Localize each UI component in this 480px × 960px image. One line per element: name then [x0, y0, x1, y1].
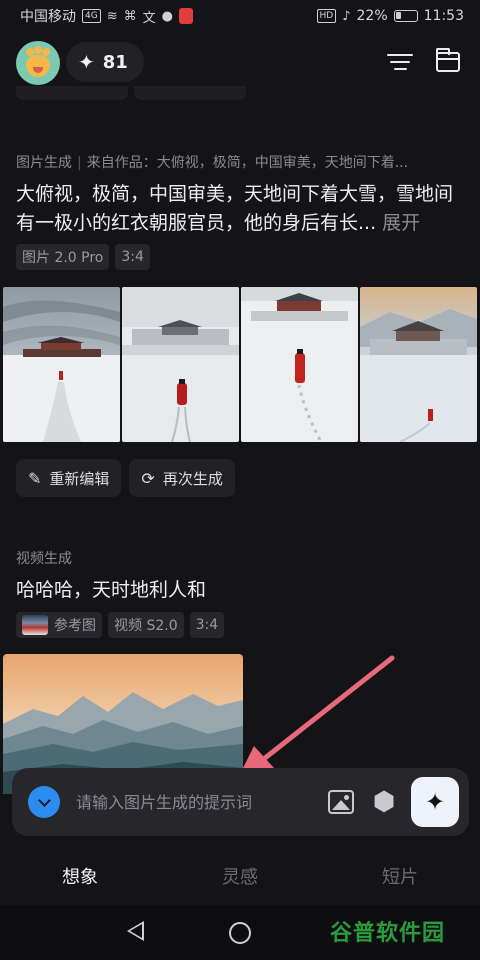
regenerate-label: 再次生成: [162, 469, 223, 488]
video-model-tag: 视频 S2.0: [108, 612, 184, 638]
avatar-face: [26, 55, 50, 77]
chevron-down-icon: [37, 793, 51, 807]
reedit-label: 重新编辑: [49, 469, 110, 488]
source-label[interactable]: 来自作品：大俯视，极简，中国审美，天地间下着...: [87, 155, 408, 171]
image-tags: 图片 2.0 Pro 3:4: [16, 244, 150, 270]
video-type-label: 视频生成: [16, 551, 72, 567]
prompt-input[interactable]: [76, 788, 316, 816]
status-right: HD ♪ 22% 11:53: [316, 8, 464, 24]
edit-icon: ✎: [28, 468, 42, 488]
image-type-label: 图片生成: [16, 155, 72, 171]
hd-badge: HD: [316, 9, 337, 23]
video-ratio-tag: 3:4: [189, 612, 225, 638]
video-tags: 参考图 视频 S2.0 3:4: [16, 612, 225, 638]
network-badge: 4G: [82, 9, 101, 23]
generated-image[interactable]: [360, 287, 477, 442]
back-icon[interactable]: [127, 921, 144, 941]
reedit-button[interactable]: ✎ 重新编辑: [16, 459, 122, 497]
settings-hexagon-icon[interactable]: ⬢: [370, 788, 398, 816]
spark-icon: ✦: [78, 50, 95, 74]
annotation-arrow: [240, 655, 395, 774]
battery-icon: [393, 10, 418, 22]
folder-button[interactable]: [432, 46, 464, 78]
avatar-ear-mid: [34, 46, 42, 54]
watermark-logo: 谷普软件园: [330, 915, 445, 947]
credits-pill[interactable]: ✦ 81: [66, 42, 144, 82]
generate-button[interactable]: ✦: [411, 777, 459, 827]
tab-shorts[interactable]: 短片: [320, 856, 480, 900]
home-icon[interactable]: [229, 922, 251, 944]
clock: 11:53: [423, 8, 464, 24]
spark-icon: ✦: [424, 788, 446, 816]
system-nav: 谷普软件园: [0, 905, 480, 960]
image-actions: ✎ 重新编辑 ⟳ 再次生成: [16, 459, 235, 497]
translate-icon: 文: [142, 10, 156, 26]
expand-options-button[interactable]: [28, 786, 60, 818]
expand-link[interactable]: 展开: [382, 212, 420, 234]
previous-actions-edge: [16, 86, 456, 100]
watermark-green: 谷普: [330, 921, 377, 946]
model-tag: 图片 2.0 Pro: [16, 244, 110, 270]
prompt-input-bar: ⬢ ✦: [12, 768, 469, 836]
reference-thumbnail: [22, 615, 48, 635]
video-prompt[interactable]: 哈哈哈，天时地利人和: [16, 575, 206, 602]
image-meta-line: 图片生成 | 来自作品：大俯视，极简，中国审美，天地间下着...: [16, 152, 466, 172]
reference-image-tag[interactable]: 参考图: [16, 612, 102, 638]
app-header: ✦ 81: [0, 38, 480, 86]
reference-label: 参考图: [54, 618, 96, 634]
carrier-label: 中国移动: [20, 9, 76, 25]
status-bar: 中国移动 4G ≋ ⌘ 文 ● HD ♪ 22% 11:53: [0, 0, 480, 32]
image-prompt[interactable]: 大俯视，极简，中国审美，天地间下着大雪，雪地间有一极小的红衣朝服官员，他的身后有…: [16, 180, 466, 238]
image-upload-icon[interactable]: [328, 790, 354, 814]
credits-count: 81: [102, 51, 128, 73]
message-icon: ●: [161, 8, 173, 24]
folder-icon: [436, 48, 460, 72]
regenerate-button[interactable]: ⟳ 再次生成: [129, 459, 235, 497]
wifi-icon: ≋: [106, 8, 118, 24]
filter-icon[interactable]: [384, 46, 416, 78]
generated-image[interactable]: [3, 287, 120, 442]
app-notification-icon: [178, 8, 193, 24]
meta-divider: |: [77, 155, 82, 171]
generated-image[interactable]: [241, 287, 358, 442]
mute-icon: ♪: [342, 8, 351, 24]
tab-inspiration[interactable]: 灵感: [160, 856, 320, 900]
refresh-icon: ⟳: [141, 468, 155, 488]
watermark-dark: 软件园: [376, 921, 446, 946]
generated-images: [3, 287, 477, 442]
battery-percent: 22%: [356, 8, 388, 24]
bottom-nav: 想象 灵感 短片: [0, 856, 480, 900]
avatar[interactable]: [16, 41, 60, 85]
vpn-icon: ⌘: [123, 8, 137, 24]
status-left: 中国移动 4G ≋ ⌘ 文 ●: [20, 6, 193, 26]
generated-image[interactable]: [122, 287, 239, 442]
tab-imagine[interactable]: 想象: [0, 856, 160, 900]
ratio-tag: 3:4: [115, 244, 150, 270]
